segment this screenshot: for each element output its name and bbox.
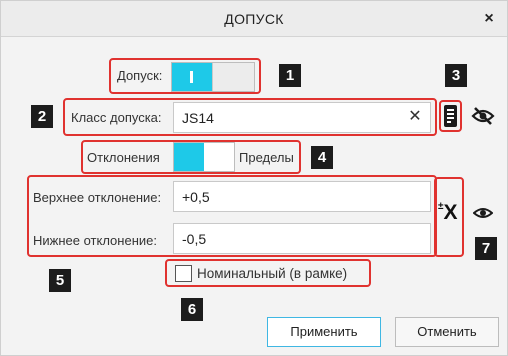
upper-deviation-field[interactable] (173, 181, 431, 212)
annotation-badge-7: 7 (475, 237, 497, 260)
upper-deviation-label: Верхнее отклонение: (33, 190, 162, 205)
tolerance-label: Допуск: (117, 68, 163, 83)
upper-deviation-input[interactable] (174, 182, 430, 211)
lower-deviation-label: Нижнее отклонение: (33, 233, 157, 248)
visibility-eye-icon[interactable] (472, 205, 494, 221)
clear-input-icon[interactable]: ✕ (405, 105, 425, 129)
annotation-badge-4: 4 (311, 146, 333, 169)
toggle-on-segment (172, 63, 212, 91)
apply-button[interactable]: Применить (267, 317, 381, 347)
title-bar: ДОПУСК × (1, 1, 507, 37)
annotation-badge-3: 3 (445, 64, 467, 87)
toggle-knob (212, 63, 254, 91)
annotation-badge-2: 2 (31, 105, 53, 128)
symmetric-deviation-icon[interactable]: ±X (438, 201, 462, 229)
tolerance-class-field[interactable] (173, 102, 431, 133)
mode-switch[interactable] (173, 142, 235, 172)
lower-deviation-field[interactable] (173, 223, 431, 254)
hidden-eye-icon[interactable] (471, 106, 495, 126)
tolerance-class-label: Класс допуска: (71, 110, 162, 125)
dialog-title: ДОПУСК (224, 11, 284, 27)
toggle-on-indicator (190, 71, 193, 83)
annotation-badge-6: 6 (181, 298, 203, 321)
nominal-checkbox[interactable] (175, 265, 192, 282)
tolerance-dialog: ДОПУСК × Допуск: 1 3 2 Класс допуска: ✕ (0, 0, 508, 356)
nominal-label[interactable]: Номинальный (в рамке) (197, 266, 347, 281)
tolerance-toggle[interactable] (171, 62, 255, 92)
mode-deviations-label[interactable]: Отклонения (87, 150, 160, 165)
tolerance-class-input[interactable] (174, 103, 430, 132)
annotation-badge-1: 1 (279, 64, 301, 87)
annotation-badge-5: 5 (49, 269, 71, 292)
close-button[interactable]: × (477, 7, 501, 31)
mode-switch-on-segment (174, 143, 204, 171)
mode-limits-label[interactable]: Пределы (239, 150, 294, 165)
tolerance-table-icon[interactable] (442, 104, 459, 128)
cancel-button[interactable]: Отменить (395, 317, 499, 347)
lower-deviation-input[interactable] (174, 224, 430, 253)
